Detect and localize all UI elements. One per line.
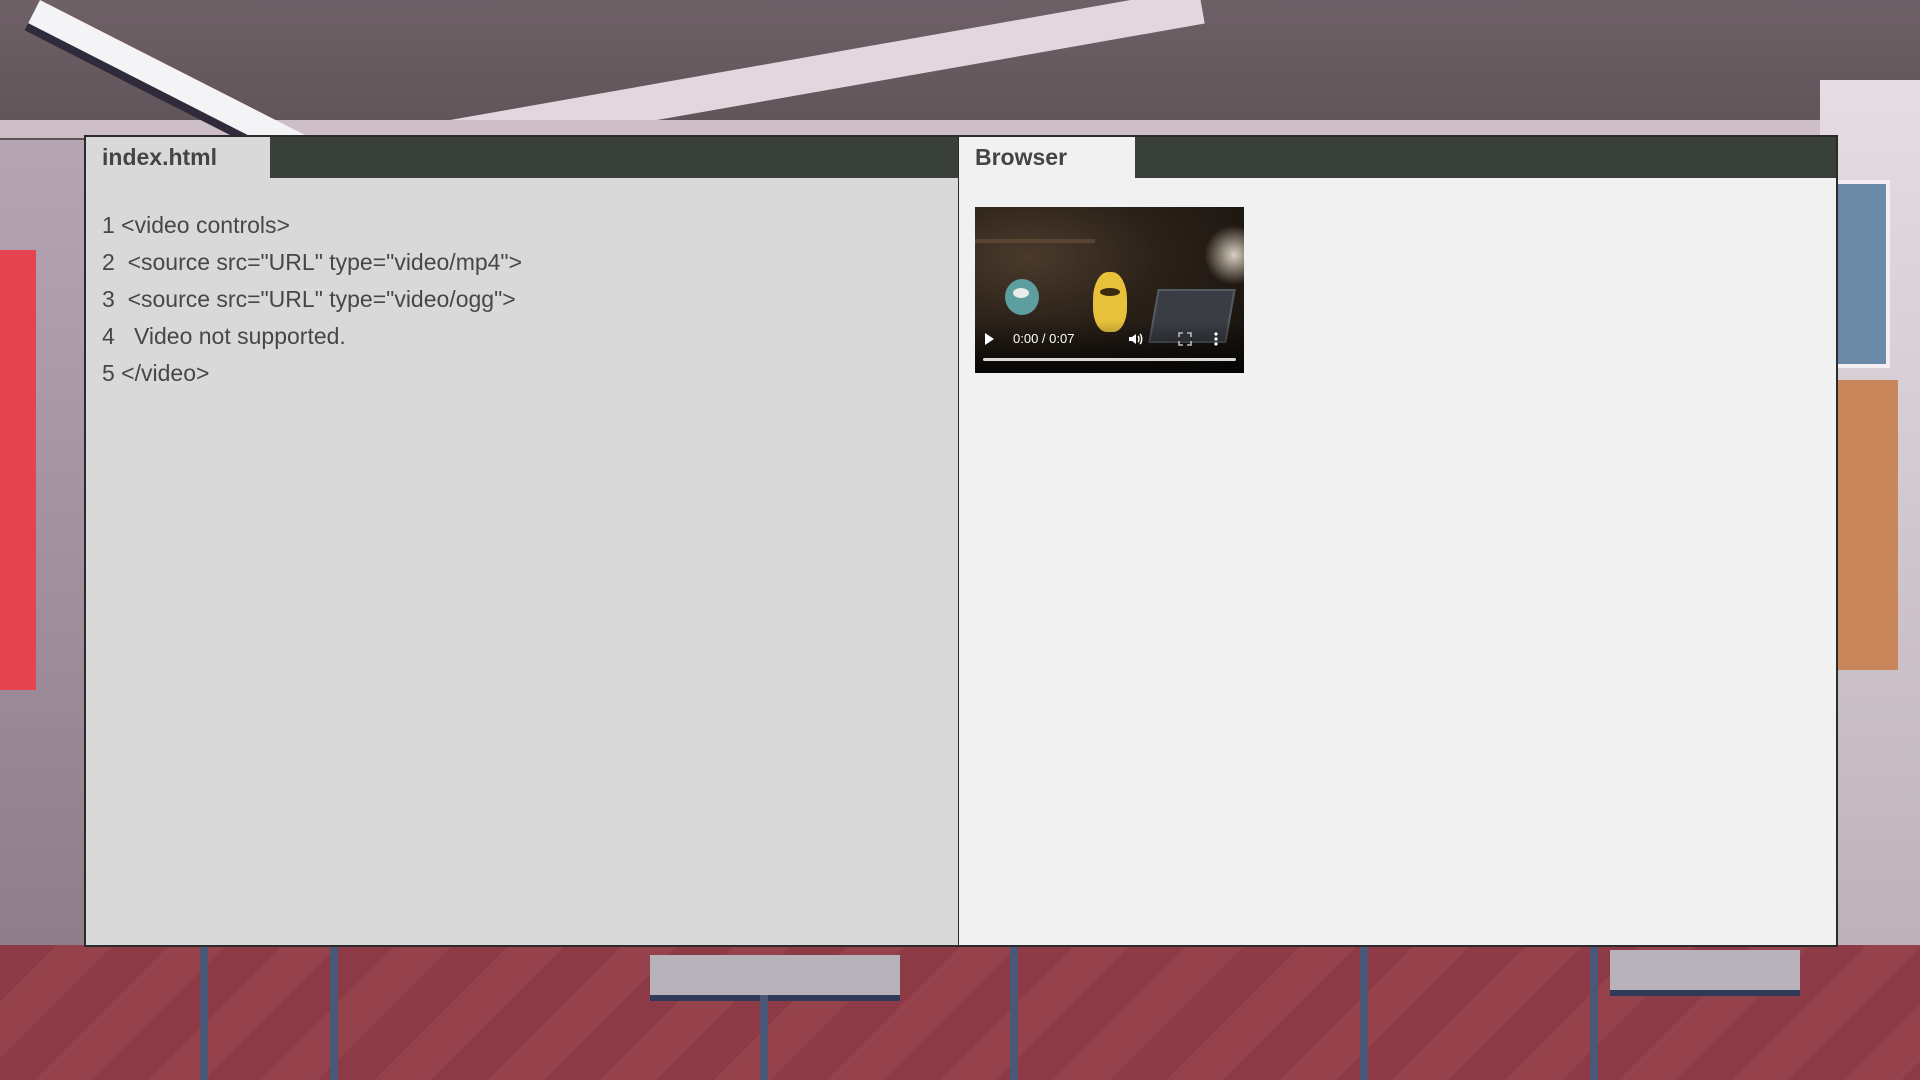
tab-browser[interactable]: Browser bbox=[959, 137, 1135, 178]
desk bbox=[1610, 950, 1800, 996]
fullscreen-icon[interactable] bbox=[1177, 331, 1193, 347]
time-display: 0:00 / 0:07 bbox=[1013, 331, 1075, 346]
desk-leg bbox=[1360, 945, 1368, 1080]
desk-leg bbox=[1590, 945, 1598, 1080]
volume-icon[interactable] bbox=[1127, 331, 1143, 347]
desk-leg bbox=[330, 945, 338, 1080]
browser-tab-bar: Browser bbox=[959, 137, 1836, 178]
code-line[interactable]: 5 </video> bbox=[102, 355, 522, 392]
browser-panel: Browser 0:00 / 0:07 bbox=[958, 135, 1838, 947]
video-player[interactable]: 0:00 / 0:07 bbox=[975, 207, 1244, 373]
more-options-icon[interactable] bbox=[1213, 331, 1219, 347]
green-character bbox=[1005, 279, 1039, 315]
ceiling bbox=[0, 0, 1920, 140]
editor-tab-bar: index.html bbox=[86, 137, 959, 178]
progress-bar[interactable] bbox=[983, 358, 1236, 361]
code-area[interactable]: 1 <video controls> 2 <source src="URL" t… bbox=[102, 207, 522, 392]
lamp-glow bbox=[1204, 225, 1244, 285]
desk-leg bbox=[760, 995, 768, 1080]
cork-board bbox=[1836, 380, 1898, 670]
desk bbox=[650, 955, 900, 1001]
red-curtain bbox=[0, 250, 36, 690]
desk-leg bbox=[1010, 945, 1018, 1080]
shelf bbox=[975, 239, 1095, 243]
tab-index-html[interactable]: index.html bbox=[86, 137, 270, 178]
code-line[interactable]: 4 Video not supported. bbox=[102, 318, 522, 355]
code-line[interactable]: 1 <video controls> bbox=[102, 207, 522, 244]
play-icon[interactable] bbox=[985, 333, 994, 345]
code-line[interactable]: 3 <source src="URL" type="video/ogg"> bbox=[102, 281, 522, 318]
code-editor-panel: index.html 1 <video controls> 2 <source … bbox=[84, 135, 960, 947]
video-controls: 0:00 / 0:07 bbox=[975, 321, 1244, 373]
code-line[interactable]: 2 <source src="URL" type="video/mp4"> bbox=[102, 244, 522, 281]
desk-leg bbox=[200, 945, 208, 1080]
